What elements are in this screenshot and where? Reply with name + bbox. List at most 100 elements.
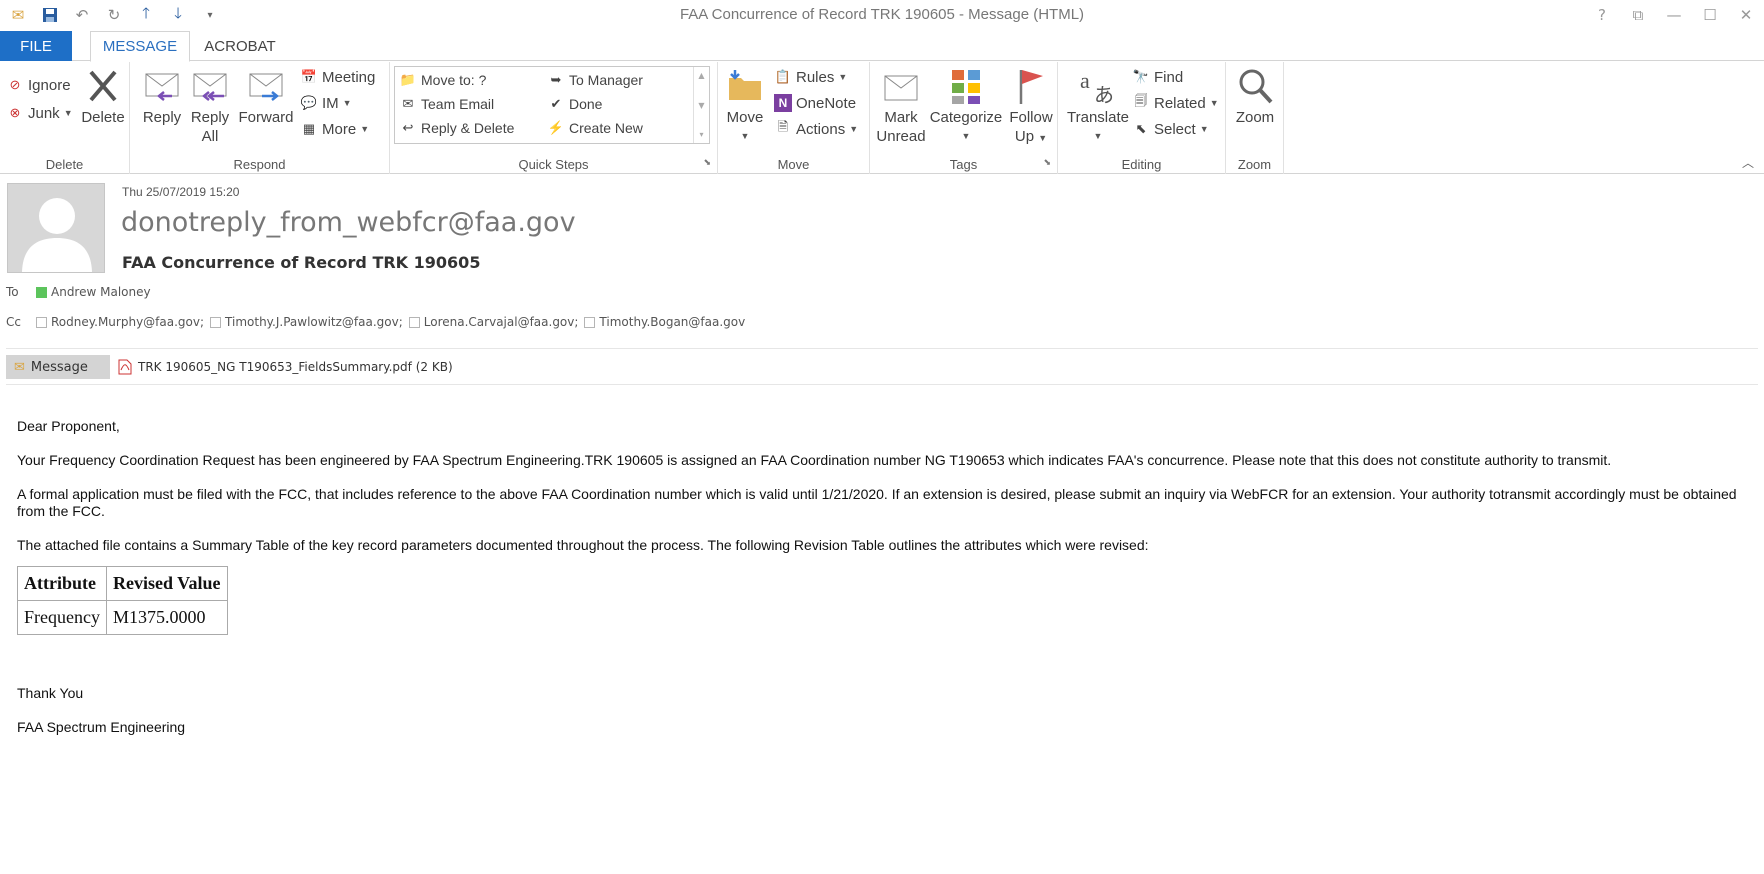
find-button[interactable]: 🔭 Find <box>1132 68 1183 86</box>
message-tab-button[interactable]: ✉ Message <box>6 355 110 379</box>
dialog-launcher-icon[interactable]: ⬊ <box>703 158 711 168</box>
message-date: Thu 25/07/2019 15:20 <box>122 185 240 199</box>
attachment-divider <box>6 384 1758 385</box>
create-new-label: Create New <box>569 120 643 136</box>
attachment-item[interactable]: TRK 190605_NG T190653_FieldsSummary.pdf … <box>118 359 453 375</box>
chevron-down-icon: ▼ <box>1199 124 1209 134</box>
dialog-launcher-icon[interactable]: ⬊ <box>1043 158 1051 168</box>
tab-file[interactable]: FILE <box>0 31 72 61</box>
reply-button[interactable]: Reply <box>140 66 184 127</box>
follow-up-button[interactable]: Follow Up ▼ <box>1006 66 1056 148</box>
quick-steps-scrollbar[interactable]: ▲ ▼ ▾ <box>693 67 709 143</box>
group-tags: Mark Unread Categorize ▼ Follow Up ▼ Tag… <box>870 62 1058 174</box>
chevron-down-icon: ▼ <box>849 124 859 134</box>
team-email-icon: ✉ <box>402 96 414 111</box>
delete-button[interactable]: Delete <box>80 66 126 127</box>
minimize-icon[interactable]: — <box>1664 4 1684 26</box>
tab-message[interactable]: MESSAGE <box>90 31 190 62</box>
cc-recipient[interactable]: Rodney.Murphy@faa.gov; <box>36 315 204 329</box>
quickstep-done[interactable]: ✔ Done <box>547 95 603 113</box>
onenote-label: OneNote <box>796 94 857 112</box>
maximize-icon[interactable]: ☐ <box>1700 4 1720 26</box>
ignore-button[interactable]: ⊘ Ignore <box>6 76 71 94</box>
help-icon[interactable]: ? <box>1592 4 1612 26</box>
chevron-down-icon: ▼ <box>1093 131 1103 141</box>
message-subject: FAA Concurrence of Record TRK 190605 <box>122 253 481 272</box>
to-recipient[interactable]: Andrew Maloney <box>51 285 151 299</box>
related-button[interactable]: 🗐 Related ▼ <box>1132 93 1219 112</box>
revision-table: Attribute Revised Value Frequency M1375.… <box>17 566 228 635</box>
to-label: To <box>6 285 19 299</box>
reply-delete-label: Reply & Delete <box>421 120 515 136</box>
quickstep-to-manager[interactable]: ➥ To Manager <box>547 71 643 89</box>
junk-label: Junk <box>28 104 60 122</box>
sender-address[interactable]: donotreply_from_webfcr@faa.gov <box>121 207 576 238</box>
mark-unread-button[interactable]: Mark Unread <box>874 66 928 146</box>
forward-label: Forward <box>238 109 294 126</box>
cc-recipient[interactable]: Timothy.J.Pawlowitz@faa.gov; <box>210 315 403 329</box>
zoom-button[interactable]: Zoom <box>1230 66 1280 127</box>
more-button[interactable]: ▦ More ▼ <box>300 120 369 138</box>
mark-unread-label-1: Mark <box>884 109 918 126</box>
cc-recipient[interactable]: Timothy.Bogan@faa.gov <box>584 315 745 329</box>
translate-icon: aあ <box>1080 68 1114 106</box>
select-button[interactable]: ⬉ Select ▼ <box>1132 120 1209 138</box>
mark-unread-icon <box>884 75 918 101</box>
translate-label: Translate <box>1067 109 1129 126</box>
group-label-zoom: Zoom <box>1237 157 1272 172</box>
delete-x-icon <box>89 70 117 102</box>
rules-button[interactable]: 📋 Rules ▼ <box>774 68 847 86</box>
quickstep-create-new[interactable]: ⚡ Create New <box>547 119 643 137</box>
more-label: More <box>322 120 357 138</box>
categorize-button[interactable]: Categorize ▼ <box>928 66 1004 146</box>
zoom-label: Zoom <box>1235 109 1275 126</box>
reply-all-button[interactable]: Reply All <box>188 66 232 146</box>
pdf-icon <box>118 359 132 375</box>
quickstep-team-email[interactable]: ✉ Team Email <box>399 95 495 113</box>
group-label-respond: Respond <box>233 157 286 172</box>
close-icon[interactable]: ✕ <box>1736 4 1756 26</box>
to-manager-icon: ➥ <box>550 72 562 87</box>
collapse-ribbon-icon[interactable]: ︿ <box>1742 154 1754 171</box>
reply-icon <box>145 73 179 101</box>
scroll-up-icon[interactable]: ▲ <box>698 71 704 80</box>
attachment-bar: ✉ Message TRK 190605_NG T190653_FieldsSu… <box>6 355 453 379</box>
group-zoom: Zoom Zoom <box>1226 62 1284 174</box>
header-divider <box>6 348 1758 349</box>
meeting-button[interactable]: 📅 Meeting <box>300 68 375 86</box>
translate-button[interactable]: aあ Translate ▼ <box>1062 66 1134 146</box>
chevron-down-icon: ▼ <box>838 72 848 82</box>
follow-up-label-2: Up <box>1014 128 1035 145</box>
quickstep-reply-delete[interactable]: ↩ Reply & Delete <box>399 119 515 137</box>
presence-unknown-icon <box>210 316 222 328</box>
envelope-icon: ✉ <box>14 359 25 375</box>
junk-button[interactable]: ⊗ Junk ▼ <box>6 104 73 122</box>
cc-recipient[interactable]: Lorena.Carvajal@faa.gov; <box>408 315 578 329</box>
expand-gallery-icon[interactable]: ▾ <box>699 130 703 139</box>
chevron-down-icon: ▼ <box>360 124 370 134</box>
presence-unknown-icon <box>36 316 47 328</box>
forward-button[interactable]: Forward <box>236 66 296 127</box>
im-button[interactable]: 💬 IM ▼ <box>300 94 352 112</box>
follow-up-label-1: Follow <box>1009 109 1053 126</box>
group-label-tags: Tags <box>949 157 978 172</box>
select-label: Select <box>1154 120 1196 138</box>
actions-button[interactable]: 🗎 Actions ▼ <box>774 119 859 138</box>
ribbon: ⊘ Ignore ⊗ Junk ▼ Delete Delete Reply Re… <box>0 62 1764 174</box>
categorize-icon <box>952 70 980 104</box>
tab-acrobat[interactable]: ACROBAT <box>194 31 286 61</box>
delete-label: Delete <box>81 109 125 126</box>
table-cell: M1375.0000 <box>105 600 228 635</box>
scroll-down-icon[interactable]: ▼ <box>698 101 704 110</box>
done-label: Done <box>569 96 603 112</box>
folder-arrow-icon: 📁 <box>399 72 417 87</box>
im-icon: 💬 <box>300 95 318 110</box>
quickstep-move-to[interactable]: 📁 Move to: ? <box>399 71 486 89</box>
group-label-editing: Editing <box>1121 157 1162 172</box>
presence-available-icon <box>36 286 47 298</box>
onenote-button[interactable]: N OneNote <box>774 94 856 112</box>
move-label: Move <box>726 109 764 126</box>
move-button[interactable]: Move ▼ <box>722 66 768 146</box>
move-to-label: Move to: ? <box>421 72 487 88</box>
ribbon-display-icon[interactable]: ⧉ <box>1628 4 1648 26</box>
